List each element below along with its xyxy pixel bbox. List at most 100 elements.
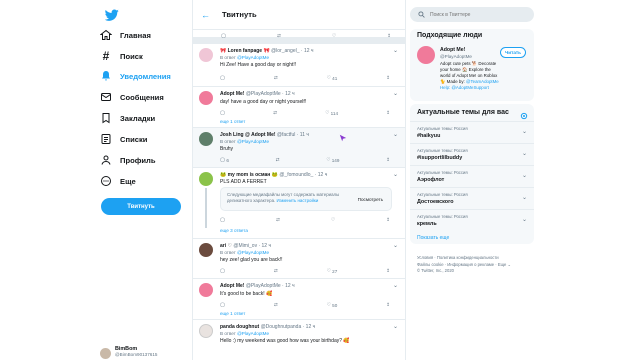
show-more-trends[interactable]: Показать еще [417, 235, 449, 241]
search-input[interactable] [430, 11, 526, 18]
tweet[interactable]: 🎀 Loren fanpage 🎀 @lor_angel_ · 12 ч ⌄ В… [193, 44, 405, 87]
tweet-author[interactable]: panda doughnut [220, 324, 259, 330]
tweet-author[interactable]: 🐸 my mom is осман 🐸 [220, 172, 278, 178]
nav-more[interactable]: Еще [99, 172, 136, 190]
nav-lists-label: Списки [120, 134, 148, 144]
like-button[interactable]: ♡ 114 [325, 110, 338, 116]
footer-links-2[interactable]: Файлы cookie · Информация о рекламе · Ещ… [417, 262, 533, 269]
retweet-icon[interactable]: ⇄ [274, 302, 278, 308]
chevron-down-icon[interactable]: ⌄ [522, 216, 527, 223]
footer-links-1[interactable]: Условия · Политика конфиденциальности [417, 255, 533, 262]
chevron-down-icon[interactable]: ⌄ [393, 171, 398, 178]
retweet-icon[interactable]: ⇄ [277, 33, 281, 39]
tweet[interactable]: ari ♡ @Mimi_ov · 12 ч ⌄ В ответ @PlayAdo… [193, 239, 405, 279]
share-icon[interactable]: ↥ [386, 302, 390, 308]
tweet-text: day! have a good day or night yourself! [220, 99, 307, 105]
reply-prefix: В ответ [220, 331, 236, 336]
suggested-user-name[interactable]: Adopt Me! [440, 47, 465, 53]
chevron-down-icon[interactable]: ⌄ [393, 323, 398, 330]
change-settings-link[interactable]: Изменить настройки [276, 198, 318, 203]
nav-bookmarks[interactable]: Закладки [99, 109, 155, 127]
like-icon[interactable]: ♡ [332, 33, 336, 39]
share-icon[interactable]: ↥ [386, 268, 390, 274]
nav-explore[interactable]: # Поиск [99, 47, 143, 65]
reply-icon[interactable]: ◯ [220, 217, 225, 223]
reply-to-link[interactable]: @PlayAdoptMe [237, 139, 269, 144]
tweet-author[interactable]: Josh Ling @ Adopt Me! [220, 132, 276, 138]
tweet[interactable]: 🐸 my mom is осман 🐸 @_fomoundlo_ · 12 ч … [193, 168, 405, 239]
like-icon[interactable]: ♡ [331, 217, 335, 223]
retweet-icon[interactable]: ⇄ [276, 157, 280, 163]
account-switcher[interactable]: BimBom @BimBom90137615 [100, 346, 188, 360]
tweet-author[interactable]: Adopt Me! [220, 91, 244, 97]
follow-button[interactable]: Читать [500, 47, 526, 58]
sensitive-media-warning: Следующие медиафайлы могут содержать мат… [220, 187, 392, 211]
chevron-down-icon[interactable]: ⌄ [522, 128, 527, 135]
chevron-down-icon[interactable]: ⌄ [522, 172, 527, 179]
reply-to-link[interactable]: @PlayAdoptMe [237, 55, 269, 60]
reply-to-link[interactable]: @PlayAdoptMe [237, 331, 269, 336]
trend-item[interactable]: Актуальные темы: Россия кремль ⌄ [410, 209, 534, 231]
tweet-button[interactable]: Твитнуть [101, 198, 181, 215]
chevron-down-icon[interactable]: ⌄ [393, 131, 398, 138]
nav-home[interactable]: Главная [99, 26, 151, 44]
nav-notifications[interactable]: Уведомления [99, 67, 171, 85]
show-more-replies[interactable]: еще 3 ответа [220, 228, 248, 233]
reply-icon[interactable]: ◯ [220, 110, 225, 116]
share-icon[interactable]: ↥ [386, 157, 390, 163]
trend-item[interactable]: Актуальные темы: Россия Аэрофлот ⌄ [410, 165, 534, 187]
retweet-icon[interactable]: ⇄ [273, 110, 277, 116]
tweet-author[interactable]: ari ♡ [220, 243, 232, 249]
nav-profile[interactable]: Профиль [99, 151, 156, 169]
share-icon[interactable]: ↥ [386, 217, 390, 223]
nav-messages[interactable]: Сообщения [99, 88, 164, 106]
share-icon[interactable]: ↥ [386, 110, 390, 116]
show-more-replies[interactable]: еще 1 ответ [220, 311, 245, 316]
chevron-down-icon[interactable]: ⌄ [393, 47, 398, 54]
tweet[interactable]: Josh Ling @ Adopt Me! @factful · 11 ч ⌄ … [193, 128, 405, 168]
thread-line [205, 188, 207, 228]
avatar [199, 48, 213, 62]
tweet-author[interactable]: Adopt Me! [220, 283, 244, 289]
reply-button[interactable]: ◯ 6 [220, 157, 229, 163]
action-bar: ◯ ⇄ ♡ 41 ↥ [220, 75, 390, 81]
tweet[interactable]: Adopt Me! @PlayAdoptMe · 12 ч ⌄ day! hav… [193, 87, 405, 128]
trend-item[interactable]: Актуальные темы: Россия #haikyuu ⌄ [410, 121, 534, 143]
trend-item[interactable]: Актуальные темы: Россия #isupportlilbudd… [410, 143, 534, 165]
retweet-icon[interactable]: ⇄ [276, 217, 280, 223]
trend-item[interactable]: Актуальные темы: Россия Достоевского ⌄ [410, 187, 534, 209]
chevron-down-icon[interactable]: ⌄ [522, 194, 527, 201]
show-more-replies[interactable]: еще 1 ответ [220, 119, 245, 124]
reply-to-link[interactable]: @PlayAdoptMe [237, 250, 269, 255]
like-button[interactable]: ♡ 50 [327, 302, 338, 308]
nav-lists[interactable]: Списки [99, 130, 147, 148]
reply-icon[interactable]: ◯ [220, 75, 225, 81]
tweet[interactable]: Adopt Me! @PlayAdoptMe · 12 ч ⌄ It's goo… [193, 279, 405, 320]
retweet-icon[interactable]: ⇄ [274, 75, 278, 81]
back-arrow-icon[interactable]: ← [201, 10, 213, 20]
reply-icon[interactable]: ◯ [220, 302, 225, 308]
retweet-icon[interactable]: ⇄ [274, 268, 278, 274]
reply-icon[interactable]: ◯ [220, 268, 225, 274]
tweet-meta: @factful · 11 ч [276, 132, 309, 138]
reply-count: 6 [226, 157, 229, 163]
chevron-down-icon[interactable]: ⌄ [393, 282, 398, 289]
action-bar: ◯ ⇄ ♡ 27 ↥ [220, 268, 390, 274]
like-button[interactable]: ♡ 41 [327, 75, 338, 81]
tweet[interactable]: panda doughnut @Doughnutpanda · 12 ч ⌄ В… [193, 320, 405, 360]
like-button[interactable]: ♡ 149 [326, 157, 339, 163]
view-media-button[interactable]: Посмотреть [358, 197, 383, 202]
share-icon[interactable]: ↥ [387, 33, 391, 39]
gear-icon[interactable] [520, 112, 528, 120]
share-icon[interactable]: ↥ [386, 75, 390, 81]
chevron-down-icon[interactable]: ⌄ [393, 90, 398, 97]
tweet-author[interactable]: 🎀 Loren fanpage 🎀 [220, 48, 270, 54]
avatar[interactable] [417, 46, 435, 64]
focused-tweet-actions: ◯ ⇄ ♡ ↥ [193, 30, 405, 44]
search-box[interactable] [410, 7, 534, 22]
reply-icon[interactable]: ◯ [221, 33, 226, 39]
chevron-down-icon[interactable]: ⌄ [522, 150, 527, 157]
twitter-bird-icon[interactable] [105, 8, 119, 22]
like-button[interactable]: ♡ 27 [327, 268, 338, 274]
chevron-down-icon[interactable]: ⌄ [393, 242, 398, 249]
